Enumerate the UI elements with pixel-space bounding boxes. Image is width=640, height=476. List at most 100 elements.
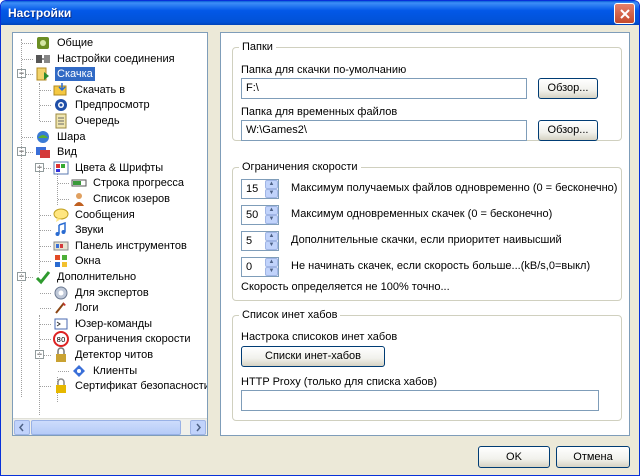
- tree-item-label: Настройки соединения: [57, 53, 175, 65]
- tree-item-queue[interactable]: Очередь: [53, 113, 122, 129]
- speed-limit-label: Дополнительные скачки, если приоритет на…: [291, 234, 562, 246]
- tree-item-general[interactable]: Общие: [35, 35, 95, 51]
- tree-item-label: Детектор читов: [75, 349, 154, 361]
- spin-down-button[interactable]: ▼: [265, 189, 278, 198]
- spin-up-button[interactable]: ▲: [265, 206, 278, 215]
- download-to-icon: [53, 83, 67, 96]
- tree-connector: [40, 90, 51, 91]
- certificate-icon: [56, 378, 66, 393]
- tree-item-messages[interactable]: Сообщения: [53, 207, 137, 223]
- scroll-right-button[interactable]: [190, 420, 206, 435]
- advanced-icon: [35, 271, 51, 285]
- tree-item-cheat-detector[interactable]: Детектор читов: [53, 347, 155, 363]
- tree-item-speed-limit[interactable]: 80 Ограничения скорости: [53, 331, 193, 347]
- tree-item-label: Юзер-команды: [75, 318, 153, 330]
- scroll-thumb[interactable]: [31, 420, 181, 435]
- speed-spinner[interactable]: 15 ▲ ▼: [241, 179, 279, 199]
- cheat-detector-icon: [56, 347, 66, 362]
- tree-item-experts[interactable]: Для экспертов: [53, 285, 151, 301]
- tree-item-user-list[interactable]: Список юзеров: [71, 191, 172, 207]
- arrow-left-icon: [19, 423, 24, 432]
- tree-connector: [22, 137, 33, 138]
- tree-item-label: Строка прогресса: [93, 177, 185, 189]
- colors-fonts-icon: [53, 161, 69, 175]
- tree-item-label: Сертификат безопасности: [75, 380, 208, 392]
- tree-item-preview[interactable]: Предпросмотр: [53, 97, 152, 113]
- spin-up-button[interactable]: ▲: [265, 232, 278, 241]
- download-folder-label: Папка для скачки по-умолчанию: [241, 64, 407, 76]
- folders-legend: Папки: [242, 41, 273, 53]
- tree-connector: [40, 386, 51, 387]
- speed-limit-icon: 80: [53, 331, 69, 347]
- settings-tree[interactable]: − − − − − Общие Настройки соединения Скачка Ска…: [12, 32, 208, 436]
- tree-item-label: Скачать в: [75, 84, 126, 96]
- tree-item-advanced[interactable]: Дополнительно: [35, 269, 138, 285]
- close-icon: [620, 9, 630, 19]
- tree-connector: [40, 293, 51, 294]
- tree-item-windows[interactable]: Окна: [53, 253, 103, 269]
- spin-down-button[interactable]: ▼: [265, 215, 278, 224]
- browse-temp-button[interactable]: Обзор...: [538, 120, 598, 141]
- tree-item-label: Общие: [57, 37, 94, 49]
- tree-connector: [40, 324, 51, 325]
- temp-folder-input[interactable]: W:\Games2\: [241, 120, 527, 141]
- tree-item-connection[interactable]: Настройки соединения: [35, 51, 177, 67]
- tree-connector: [40, 339, 51, 340]
- http-proxy-input[interactable]: [241, 390, 599, 411]
- spin-up-button[interactable]: ▲: [265, 258, 278, 267]
- tree-connector: [39, 165, 40, 273]
- tree-item-label: Для экспертов: [75, 287, 149, 299]
- settings-panel: Папки Папка для скачки по-умолчанию F:\ …: [220, 32, 630, 436]
- tree-connector: [58, 199, 69, 200]
- speed-spinner[interactable]: 50 ▲ ▼: [241, 205, 279, 225]
- spin-up-button[interactable]: ▲: [265, 180, 278, 189]
- hub-lists-button[interactable]: Списки инет-хабов: [241, 346, 385, 367]
- experts-icon: [54, 286, 68, 300]
- tree-item-clients[interactable]: Клиенты: [71, 363, 139, 379]
- sounds-icon: [55, 222, 66, 236]
- speed-spinner[interactable]: 0 ▲ ▼: [241, 257, 279, 277]
- clients-icon: [73, 365, 85, 377]
- tree-item-share[interactable]: Шара: [35, 129, 87, 145]
- user-commands-icon: [54, 318, 68, 330]
- tree-connector: [58, 183, 69, 184]
- tree-connector: [40, 105, 51, 106]
- tree-item-certificate[interactable]: Сертификат безопасности: [53, 378, 208, 394]
- tree-item-download[interactable]: Скачка: [35, 66, 95, 82]
- tree-item-label: Цвета & Шрифты: [75, 162, 164, 174]
- spin-down-button[interactable]: ▼: [265, 267, 278, 276]
- tree-item-toolbar[interactable]: Панель инструментов: [53, 238, 189, 254]
- tree-item-logs[interactable]: Логи: [53, 300, 101, 316]
- preview-icon: [55, 99, 67, 111]
- share-icon: [37, 131, 49, 143]
- tree-connector: [21, 39, 22, 397]
- speed-spinner-value: 5: [246, 235, 253, 247]
- speed-spinner[interactable]: 5 ▲ ▼: [241, 231, 279, 251]
- spin-down-button[interactable]: ▼: [265, 241, 278, 250]
- tree-item-view[interactable]: Вид: [35, 144, 79, 160]
- cancel-button[interactable]: Отмена: [556, 446, 630, 468]
- temp-folder-label: Папка для временных файлов: [241, 106, 398, 118]
- tree-item-colors-fonts[interactable]: Цвета & Шрифты: [53, 160, 165, 176]
- tree-connector: [40, 246, 51, 247]
- tree-connector: [58, 371, 69, 372]
- arrow-right-icon: [196, 423, 201, 432]
- svg-text:80: 80: [57, 336, 66, 344]
- window-title: Настройки: [8, 6, 72, 20]
- ok-button[interactable]: OK: [478, 446, 550, 468]
- browse-download-button[interactable]: Обзор...: [538, 78, 598, 99]
- speed-limit-label: Максимум получаемых файлов одновременно …: [291, 182, 618, 194]
- tree-connector: [40, 121, 51, 122]
- close-button[interactable]: [614, 3, 635, 24]
- tree-item-user-commands[interactable]: Юзер-команды: [53, 316, 154, 332]
- tree-item-label: Очередь: [75, 115, 120, 127]
- scroll-left-button[interactable]: [14, 420, 30, 435]
- tree-horizontal-scrollbar[interactable]: [13, 418, 207, 435]
- tree-item-progress-bar[interactable]: Строка прогресса: [71, 175, 186, 191]
- tree-item-download-to[interactable]: Скачать в: [53, 82, 127, 98]
- speed-limit-label: Не начинать скачек, если скорость больше…: [291, 260, 591, 272]
- download-folder-input[interactable]: F:\: [241, 78, 527, 99]
- tree-item-sounds[interactable]: Звуки: [53, 222, 106, 238]
- tree-connector: [40, 230, 51, 231]
- title-bar[interactable]: Настройки: [1, 1, 639, 25]
